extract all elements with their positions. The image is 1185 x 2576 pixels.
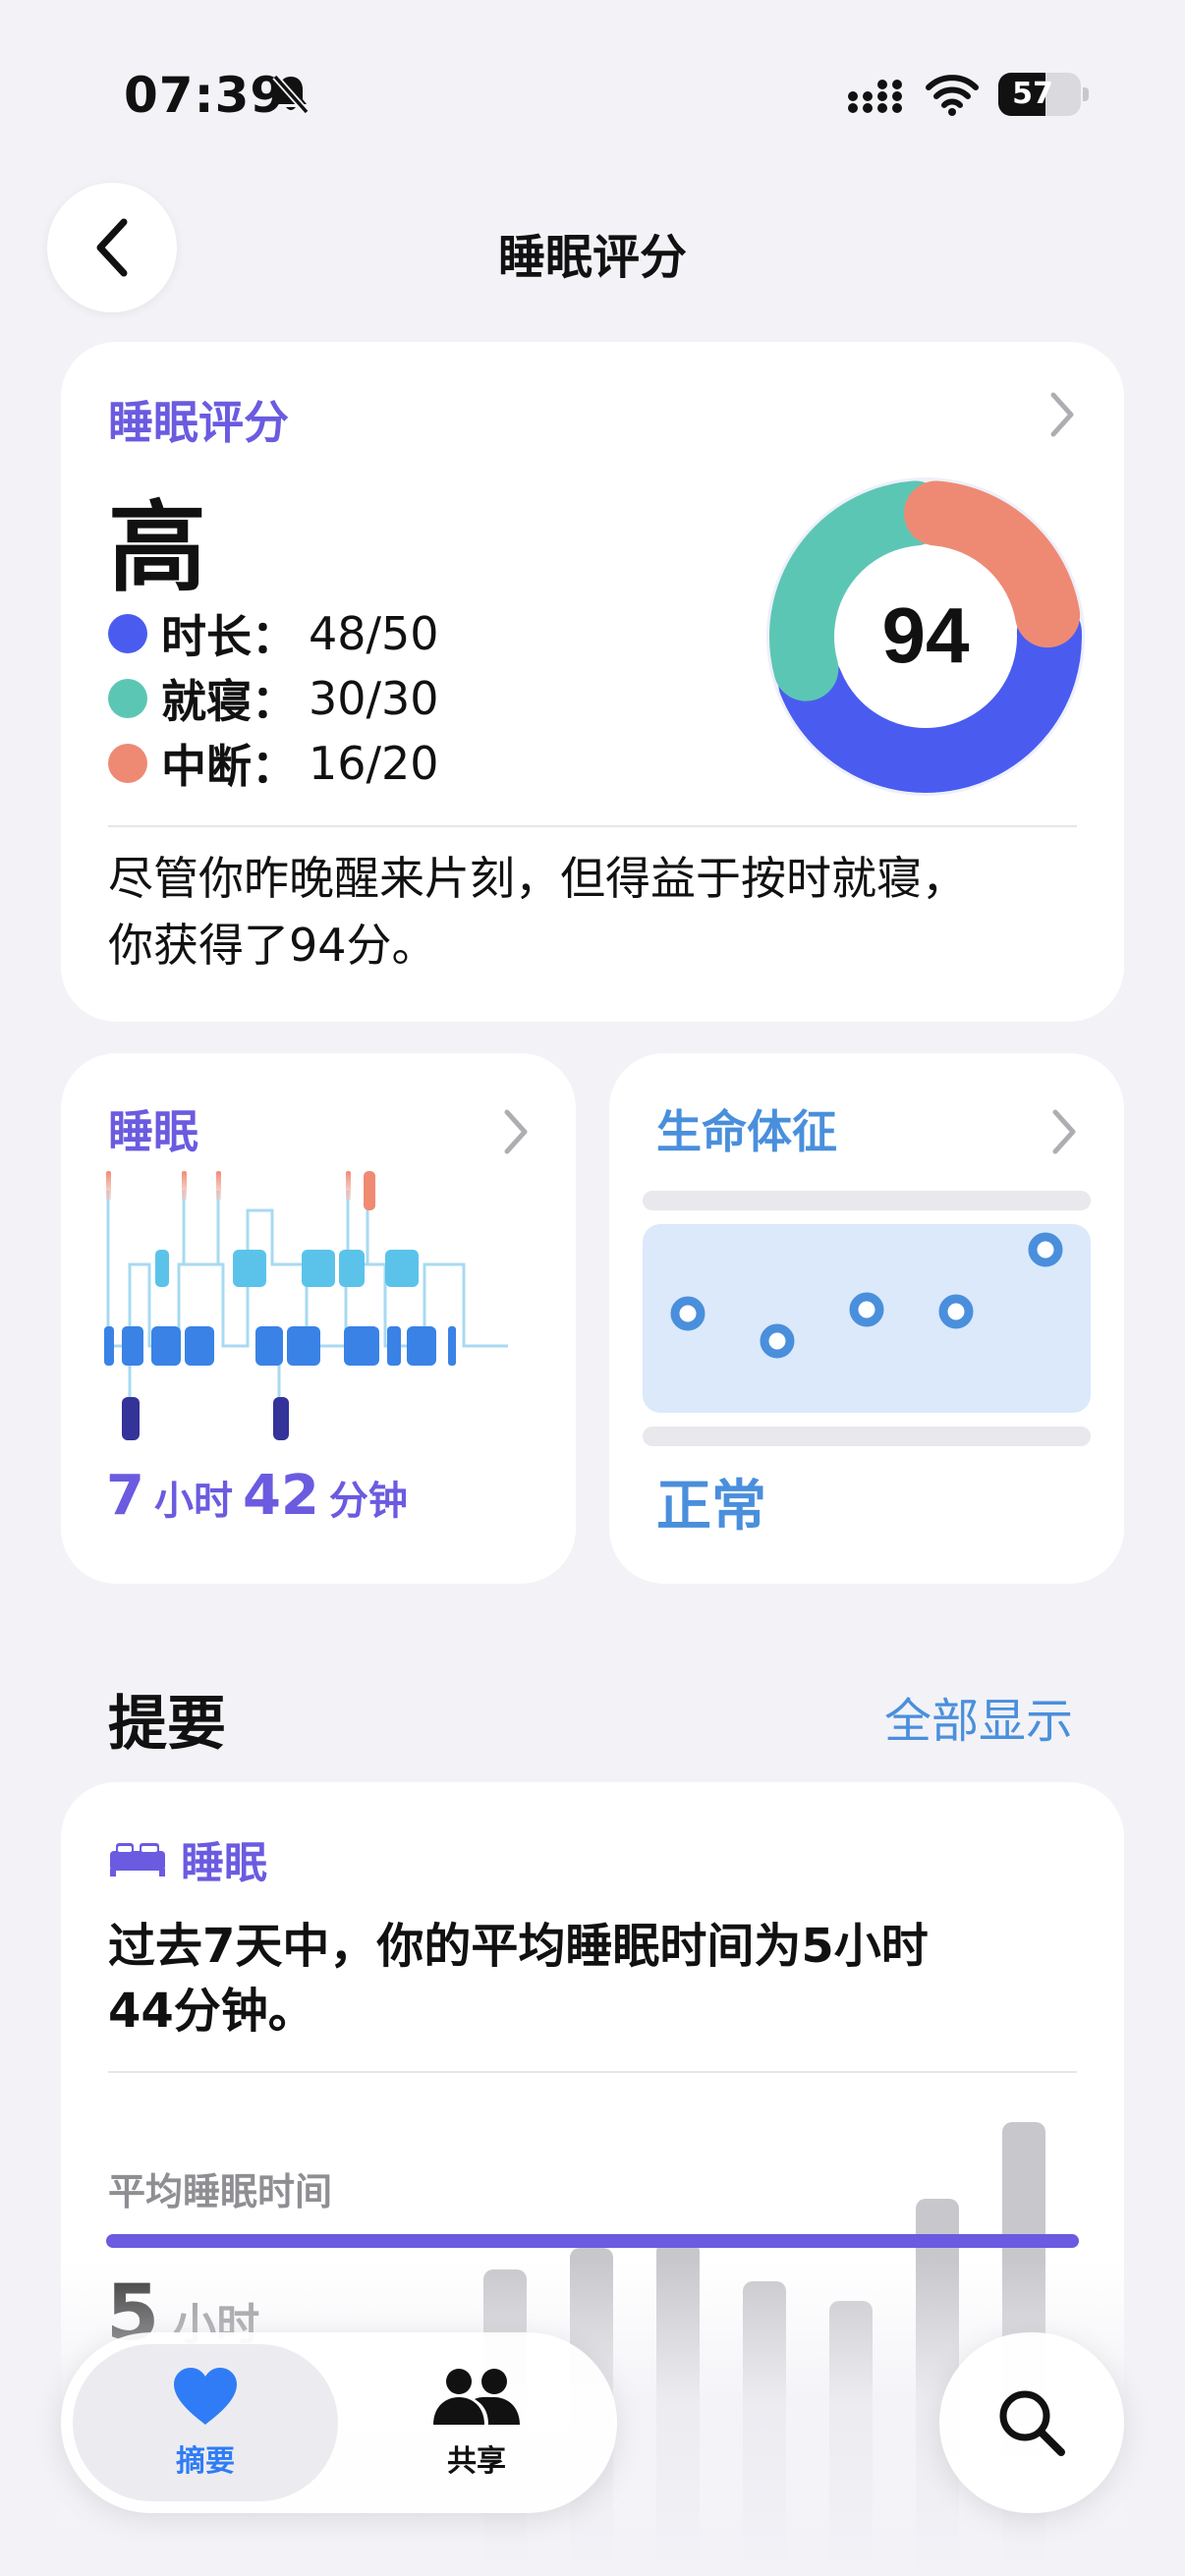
sleep-duration-hours: 7 <box>106 1464 144 1528</box>
vitals-points <box>670 1232 1063 1359</box>
bed-icon <box>110 1843 165 1876</box>
status-time: 07:39 <box>124 67 286 124</box>
show-all-link[interactable]: 全部显示 <box>884 1682 1073 1751</box>
summary-card-text: 过去7天中，你的平均睡眠时间为5小时 44分钟。 <box>108 1914 1071 2044</box>
sleep-stage-core <box>104 1326 114 1366</box>
sleep-stage-core <box>185 1326 214 1366</box>
summary-divider <box>108 2071 1077 2073</box>
vitals-range-top <box>643 1191 1091 1210</box>
sleep-stage-core <box>255 1326 283 1366</box>
sleep-stage-awake <box>182 1171 187 1201</box>
sleep-stage-core <box>448 1326 456 1366</box>
metric-bedtime-dot <box>108 679 147 718</box>
sleep-stage-core <box>344 1326 379 1366</box>
tab-summary[interactable]: 摘要 <box>73 2344 338 2501</box>
sleep-stage-rem <box>339 1250 365 1287</box>
chevron-right-icon <box>1050 392 1074 437</box>
sleep-stage-deep <box>273 1397 289 1440</box>
sleep-duration-minutes: 42 <box>242 1464 319 1528</box>
sleep-stage-core <box>407 1326 436 1366</box>
avg-sleep-line <box>106 2234 1079 2248</box>
tab-sharing-label: 共享 <box>447 2444 506 2479</box>
score-level: 高 <box>108 490 206 605</box>
sleep-duration-hours-unit: 小时 <box>153 1479 233 1524</box>
vitals-card[interactable]: 生命体征 正常 <box>609 1053 1124 1584</box>
people-icon <box>433 2369 520 2425</box>
sleep-stage-awake <box>364 1171 375 1210</box>
sleep-stage-core <box>122 1326 143 1366</box>
metric-bedtime-value: 30/30 <box>309 672 439 725</box>
vitals-point <box>670 1296 705 1331</box>
sleep-card[interactable]: 睡眠 7 小时 42 分钟 <box>61 1053 576 1584</box>
sleep-stage-rem <box>155 1250 169 1287</box>
battery-cap <box>1083 87 1089 101</box>
sleep-stage-rem <box>233 1250 266 1287</box>
sleep-stage-awake <box>346 1171 351 1201</box>
heart-icon <box>174 2368 237 2425</box>
vitals-point <box>760 1323 795 1359</box>
summary-card-text-line1: 过去7天中，你的平均睡眠时间为5小时 <box>108 1919 929 1974</box>
vitals-point <box>938 1294 974 1329</box>
tab-bar: 摘要 共享 <box>61 2332 617 2513</box>
summary-card-category: 睡眠 <box>181 1838 267 1888</box>
sleep-score-card[interactable]: 睡眠评分 高 时长： 48/50 就寝： 30/30 中断： 16/20 94 … <box>61 342 1124 1022</box>
metric-interruptions-dot <box>108 744 147 783</box>
sleep-card-label: 睡眠 <box>108 1105 198 1158</box>
summary-card-header: 睡眠 <box>108 1827 267 1890</box>
score-summary-line2: 你获得了94分。 <box>108 919 437 972</box>
vitals-point <box>849 1292 884 1327</box>
page-title: 睡眠评分 <box>497 230 687 285</box>
sleep-stages-chart <box>104 1171 508 1440</box>
vitals-point <box>1028 1232 1063 1267</box>
metric-interruptions-value: 16/20 <box>309 737 439 790</box>
section-title-summary: 提要 <box>108 1690 226 1759</box>
tab-sharing[interactable]: 共享 <box>344 2344 609 2501</box>
sleep-duration: 7 小时 42 分钟 <box>106 1464 418 1528</box>
sleep-stage-rem <box>302 1250 335 1287</box>
bell-muted-icon <box>272 74 310 115</box>
summary-card-text-line2: 44分钟。 <box>108 1984 315 2039</box>
avg-sleep-label: 平均睡眠时间 <box>108 2170 333 2213</box>
metric-duration-name: 时长： <box>161 610 297 663</box>
search-icon <box>999 2390 1065 2456</box>
vitals-range-bottom <box>643 1427 1091 1446</box>
sleep-stage-core <box>151 1326 181 1366</box>
chevron-right-icon <box>1052 1109 1076 1154</box>
sleep-stage-rem <box>385 1250 419 1287</box>
sleep-stage-core <box>287 1326 320 1366</box>
sleep-stage-deep <box>122 1397 140 1440</box>
status-bar: 07:39 57 <box>0 0 1185 187</box>
tab-summary-label: 摘要 <box>176 2444 235 2479</box>
battery-percent: 57 <box>1012 77 1053 111</box>
wifi-icon <box>926 75 979 116</box>
sleep-stage-core <box>387 1326 401 1366</box>
metric-interruptions: 中断： 16/20 <box>108 731 439 796</box>
score-divider <box>108 825 1077 827</box>
chevron-right-icon <box>504 1109 528 1154</box>
sleep-duration-minutes-unit: 分钟 <box>328 1479 408 1524</box>
battery-indicator: 57 <box>998 73 1081 116</box>
metric-duration-dot <box>108 614 147 653</box>
score-ring: 94 <box>766 477 1085 796</box>
sleep-stage-awake <box>216 1171 221 1201</box>
metric-duration: 时长： 48/50 <box>108 601 439 666</box>
score-card-label: 睡眠评分 <box>108 396 289 449</box>
vitals-card-label: 生命体征 <box>656 1105 837 1158</box>
vitals-status: 正常 <box>656 1475 766 1539</box>
score-summary-line1: 尽管你昨晚醒来片刻，但得益于按时就寝， <box>108 852 967 905</box>
score-value: 94 <box>882 591 970 679</box>
score-summary: 尽管你昨晚醒来片刻，但得益于按时就寝， 你获得了94分。 <box>108 845 1091 979</box>
search-button[interactable] <box>939 2332 1124 2513</box>
metric-duration-value: 48/50 <box>309 607 439 660</box>
metric-interruptions-name: 中断： <box>161 740 297 793</box>
cellular-signal-icon <box>848 80 902 113</box>
sleep-stage-awake <box>106 1171 111 1201</box>
metric-bedtime-name: 就寝： <box>161 675 297 728</box>
metric-bedtime: 就寝： 30/30 <box>108 666 439 731</box>
